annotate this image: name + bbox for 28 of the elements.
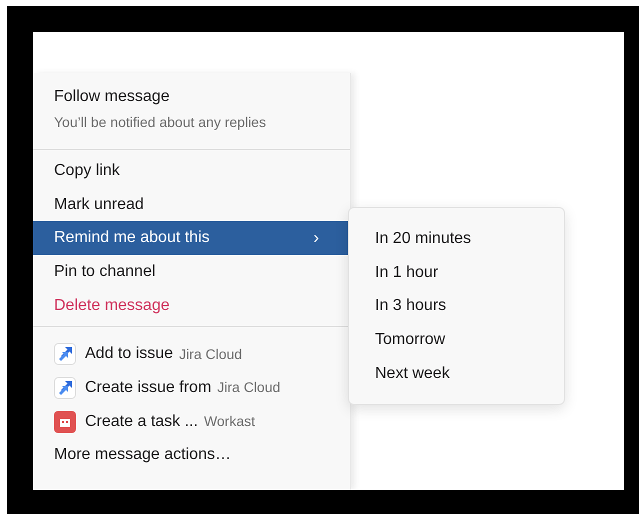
- menu-item-label[interactable]: Add to issue: [85, 342, 174, 366]
- menu-item-label[interactable]: Create issue from: [85, 376, 212, 400]
- menu-item[interactable]: Remind me about this ›: [33, 221, 350, 256]
- app-name: Workast: [204, 412, 256, 432]
- arrows-app-icon: [54, 376, 76, 399]
- menu-item-label[interactable]: Create a task ...: [85, 410, 198, 434]
- menu-item[interactable]: Mark unread: [33, 188, 350, 222]
- menu-item[interactable]: More message actions…: [33, 438, 350, 472]
- submenu-item[interactable]: In 20 minutes: [349, 222, 564, 256]
- menu-item[interactable]: Create a task ... Workast: [33, 404, 350, 438]
- menu-item[interactable]: Add to issue Jira Cloud: [33, 337, 350, 372]
- menu-item[interactable]: Copy link: [33, 154, 350, 188]
- task-app-icon: [54, 410, 76, 433]
- menu-item[interactable]: Create issue from Jira Cloud: [33, 371, 350, 405]
- menu-item-label[interactable]: Remind me about this: [54, 226, 210, 250]
- app-name: Jira Cloud: [217, 378, 280, 398]
- arrows-app-icon: [54, 343, 76, 366]
- submenu-item[interactable]: In 1 hour: [349, 256, 564, 290]
- menu-item-description: You’ll be notified about any replies: [54, 113, 266, 132]
- menu-item[interactable]: Pin to channel: [33, 255, 350, 289]
- submenu-item[interactable]: Next week: [349, 356, 564, 390]
- menu-item[interactable]: Delete message: [33, 288, 350, 322]
- submenu-item[interactable]: In 3 hours: [349, 289, 564, 324]
- submenu-item[interactable]: Tomorrow: [349, 323, 564, 357]
- menu-item-label[interactable]: Follow message: [54, 85, 170, 109]
- chevron-icon: ›: [313, 225, 319, 251]
- app-name: Jira Cloud: [179, 344, 242, 364]
- menu-item[interactable]: Follow message You’ll be notified about any replies: [33, 85, 350, 145]
